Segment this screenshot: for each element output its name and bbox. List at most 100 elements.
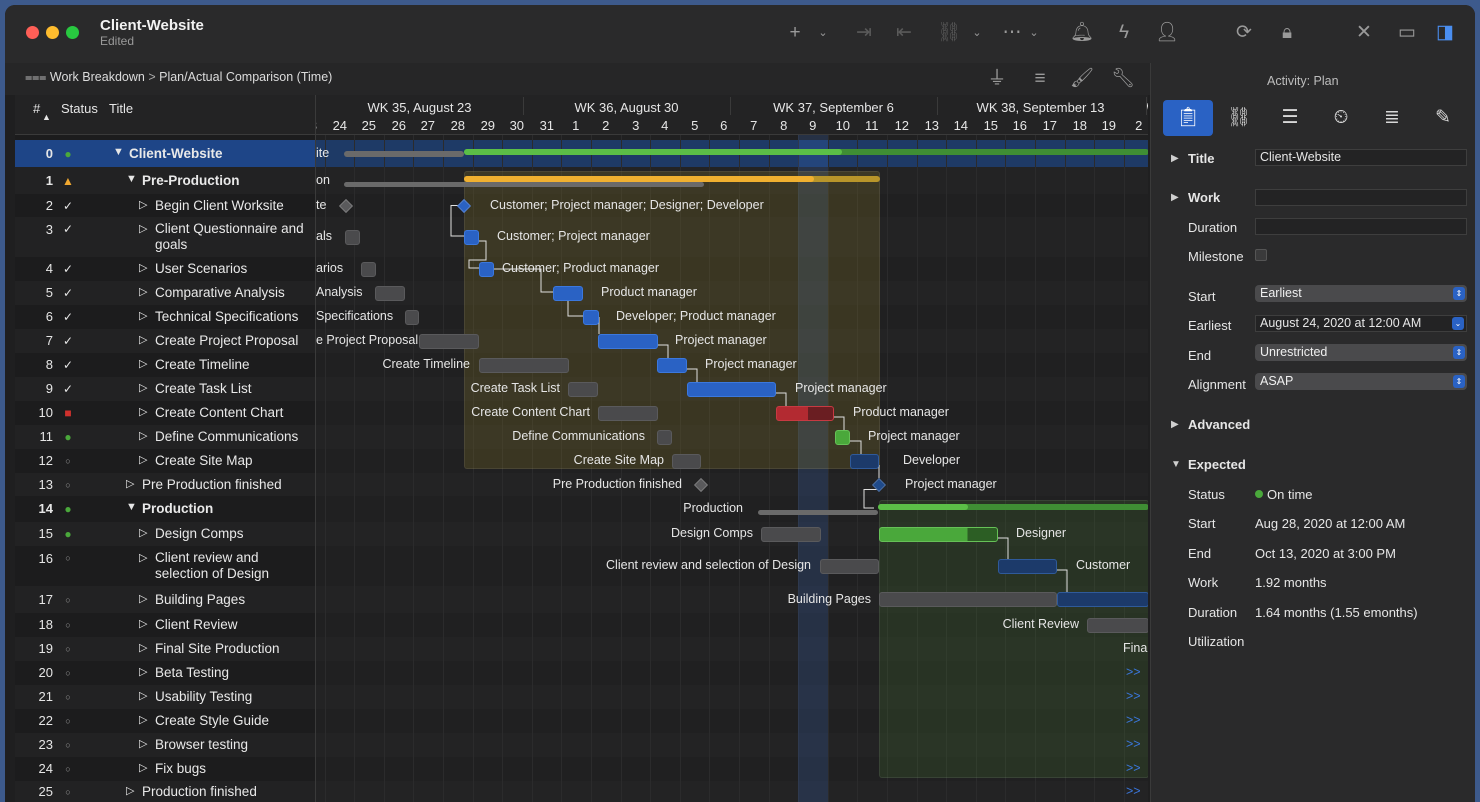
disclosure-closed-icon[interactable]: ▷ bbox=[139, 429, 147, 442]
baseline-bar[interactable] bbox=[820, 558, 879, 574]
dependency-connector[interactable] bbox=[1057, 569, 1068, 593]
outline-row[interactable]: 1 ▲ ▼ Pre-Production bbox=[15, 167, 315, 194]
outline-row[interactable]: 2 ✓ ▷ Begin Client Worksite bbox=[15, 194, 315, 217]
outline-row[interactable]: 0 ● ▼ Client-Website bbox=[15, 140, 315, 167]
baseline-bar[interactable] bbox=[598, 405, 658, 421]
summary-baseline-bar[interactable] bbox=[758, 510, 878, 515]
disclosure-closed-icon[interactable]: ▷ bbox=[139, 222, 147, 235]
advanced-section[interactable]: Advanced bbox=[1188, 417, 1250, 432]
list-icon[interactable]: ≣ bbox=[1367, 100, 1417, 136]
date-picker-icon[interactable]: ⌄ bbox=[1452, 317, 1464, 330]
task-bar[interactable] bbox=[1057, 592, 1148, 607]
disclosure-closed-icon[interactable]: ▷ bbox=[139, 592, 147, 605]
outline-row[interactable]: 14 ● ▼ Production bbox=[15, 496, 315, 522]
outline-row[interactable]: 5 ✓ ▷ Comparative Analysis bbox=[15, 281, 315, 305]
disclosure-closed-icon[interactable]: ▷ bbox=[139, 689, 147, 702]
row-title[interactable]: Beta Testing bbox=[155, 665, 311, 681]
alignment-select[interactable]: ASAP ⇕ bbox=[1255, 373, 1467, 390]
disclosure-open-icon[interactable]: ▼ bbox=[126, 173, 137, 185]
sidebar-toggle-icon[interactable]: ◨ bbox=[1431, 21, 1459, 45]
dependency-connector[interactable] bbox=[658, 344, 669, 358]
brush-icon[interactable]: 🖌︎ bbox=[1068, 67, 1096, 91]
bell-icon[interactable]: 🔔︎ bbox=[1068, 21, 1096, 45]
disclosure-closed-icon[interactable]: ▷ bbox=[139, 285, 147, 298]
outline-row[interactable]: 22 ○ ▷ Create Style Guide bbox=[15, 709, 315, 733]
row-title[interactable]: Design Comps bbox=[155, 526, 311, 542]
row-title[interactable]: Production bbox=[142, 501, 311, 517]
person-icon[interactable]: 👤︎ bbox=[1153, 21, 1181, 45]
task-bar[interactable] bbox=[835, 429, 850, 445]
baseline-bar[interactable] bbox=[1087, 617, 1148, 633]
filter-icon[interactable]: ⏚ bbox=[983, 67, 1011, 91]
outline-row[interactable]: 21 ○ ▷ Usability Testing bbox=[15, 685, 315, 709]
disclosure-closed-icon[interactable]: ▷ bbox=[139, 713, 147, 726]
overflow-indicator-icon[interactable]: >> bbox=[1126, 784, 1141, 798]
clipboard-check-icon[interactable]: 📋︎ bbox=[1163, 100, 1213, 136]
outline-row[interactable]: 17 ○ ▷ Building Pages bbox=[15, 586, 315, 613]
outline-row[interactable]: 8 ✓ ▷ Create Timeline bbox=[15, 353, 315, 377]
outline-row[interactable]: 4 ✓ ▷ User Scenarios bbox=[15, 257, 315, 281]
link-icon[interactable]: ⛓ bbox=[935, 21, 963, 45]
outline-row[interactable]: 20 ○ ▷ Beta Testing bbox=[15, 661, 315, 685]
zoom-window-button[interactable] bbox=[66, 26, 79, 39]
dependency-connector[interactable] bbox=[863, 489, 879, 509]
task-bar[interactable] bbox=[850, 453, 879, 469]
disclosure-closed-icon[interactable]: ▷ bbox=[139, 453, 147, 466]
outline-row[interactable]: 25 ○ ▷ Production finished bbox=[15, 781, 315, 802]
column-header-title[interactable]: Title bbox=[109, 101, 133, 116]
row-title[interactable]: Create Project Proposal bbox=[155, 333, 311, 349]
overflow-indicator-icon[interactable]: >> bbox=[1126, 761, 1141, 775]
outline-row[interactable]: 15 ● ▷ Design Comps bbox=[15, 522, 315, 546]
baseline-bar[interactable] bbox=[345, 229, 360, 245]
disclosure-closed-icon[interactable]: ▷ bbox=[139, 737, 147, 750]
baseline-bar[interactable] bbox=[568, 381, 598, 397]
disclosure-closed-icon[interactable]: ▷ bbox=[126, 477, 134, 490]
baseline-bar[interactable] bbox=[761, 526, 821, 542]
row-title[interactable]: Client-Website bbox=[129, 146, 311, 162]
dependency-connector[interactable] bbox=[776, 392, 787, 406]
disclosure-closed-icon[interactable]: ▷ bbox=[139, 761, 147, 774]
row-title[interactable]: Comparative Analysis bbox=[155, 285, 311, 301]
chevron-down-icon[interactable]: ⌄ bbox=[963, 21, 991, 45]
work-field[interactable] bbox=[1255, 189, 1467, 206]
task-bar[interactable] bbox=[687, 381, 776, 397]
close-window-button[interactable] bbox=[26, 26, 39, 39]
dependency-connector[interactable] bbox=[850, 440, 862, 454]
disclosure-closed-icon[interactable]: ▷ bbox=[139, 333, 147, 346]
summary-baseline-bar[interactable] bbox=[344, 181, 704, 187]
row-title[interactable]: Begin Client Worksite bbox=[155, 198, 311, 214]
task-bar[interactable] bbox=[879, 526, 998, 542]
overflow-indicator-icon[interactable]: >> bbox=[1126, 713, 1141, 727]
outline-row[interactable]: 3 ✓ ▷ Client Questionnaire and goals bbox=[15, 217, 315, 257]
overflow-indicator-icon[interactable]: >> bbox=[1126, 689, 1141, 703]
task-bar[interactable] bbox=[598, 333, 658, 349]
task-bar-late[interactable] bbox=[776, 405, 834, 421]
disclosure-closed-icon[interactable]: ▷ bbox=[139, 261, 147, 274]
baseline-bar[interactable] bbox=[479, 357, 569, 373]
row-title[interactable]: Building Pages bbox=[155, 592, 311, 608]
row-title[interactable]: User Scenarios bbox=[155, 261, 311, 277]
minimize-window-button[interactable] bbox=[46, 26, 59, 39]
chevron-down-icon[interactable]: ⌄ bbox=[1020, 21, 1048, 45]
link-icon[interactable]: ⛓ bbox=[1214, 100, 1264, 136]
indent-icon[interactable]: ⇥ bbox=[850, 21, 878, 45]
tools-icon[interactable]: ✕ bbox=[1350, 21, 1378, 45]
pencil-icon[interactable]: ✎ bbox=[1418, 100, 1468, 136]
dependency-connector[interactable] bbox=[687, 368, 698, 382]
outline-row[interactable]: 23 ○ ▷ Browser testing bbox=[15, 733, 315, 757]
column-header-num[interactable]: # bbox=[33, 101, 40, 116]
task-bar[interactable] bbox=[657, 357, 687, 373]
row-title[interactable]: Final Site Production bbox=[155, 641, 311, 657]
disclosure-open-icon[interactable]: ▼ bbox=[1171, 459, 1181, 470]
summary-baseline-bar[interactable] bbox=[344, 150, 464, 157]
outline-row[interactable]: 11 ● ▷ Define Communications bbox=[15, 425, 315, 449]
baseline-bar[interactable] bbox=[879, 592, 1057, 607]
disclosure-icon[interactable]: ▶ bbox=[1171, 192, 1179, 203]
dependency-connector[interactable] bbox=[998, 537, 1009, 559]
task-bar[interactable] bbox=[583, 309, 599, 325]
outline-row[interactable]: 19 ○ ▷ Final Site Production bbox=[15, 637, 315, 661]
outline-row[interactable]: 6 ✓ ▷ Technical Specifications bbox=[15, 305, 315, 329]
row-title[interactable]: Pre Production finished bbox=[142, 477, 311, 493]
row-title[interactable]: Create Timeline bbox=[155, 357, 311, 373]
end-select[interactable]: Unrestricted ⇕ bbox=[1255, 344, 1467, 361]
